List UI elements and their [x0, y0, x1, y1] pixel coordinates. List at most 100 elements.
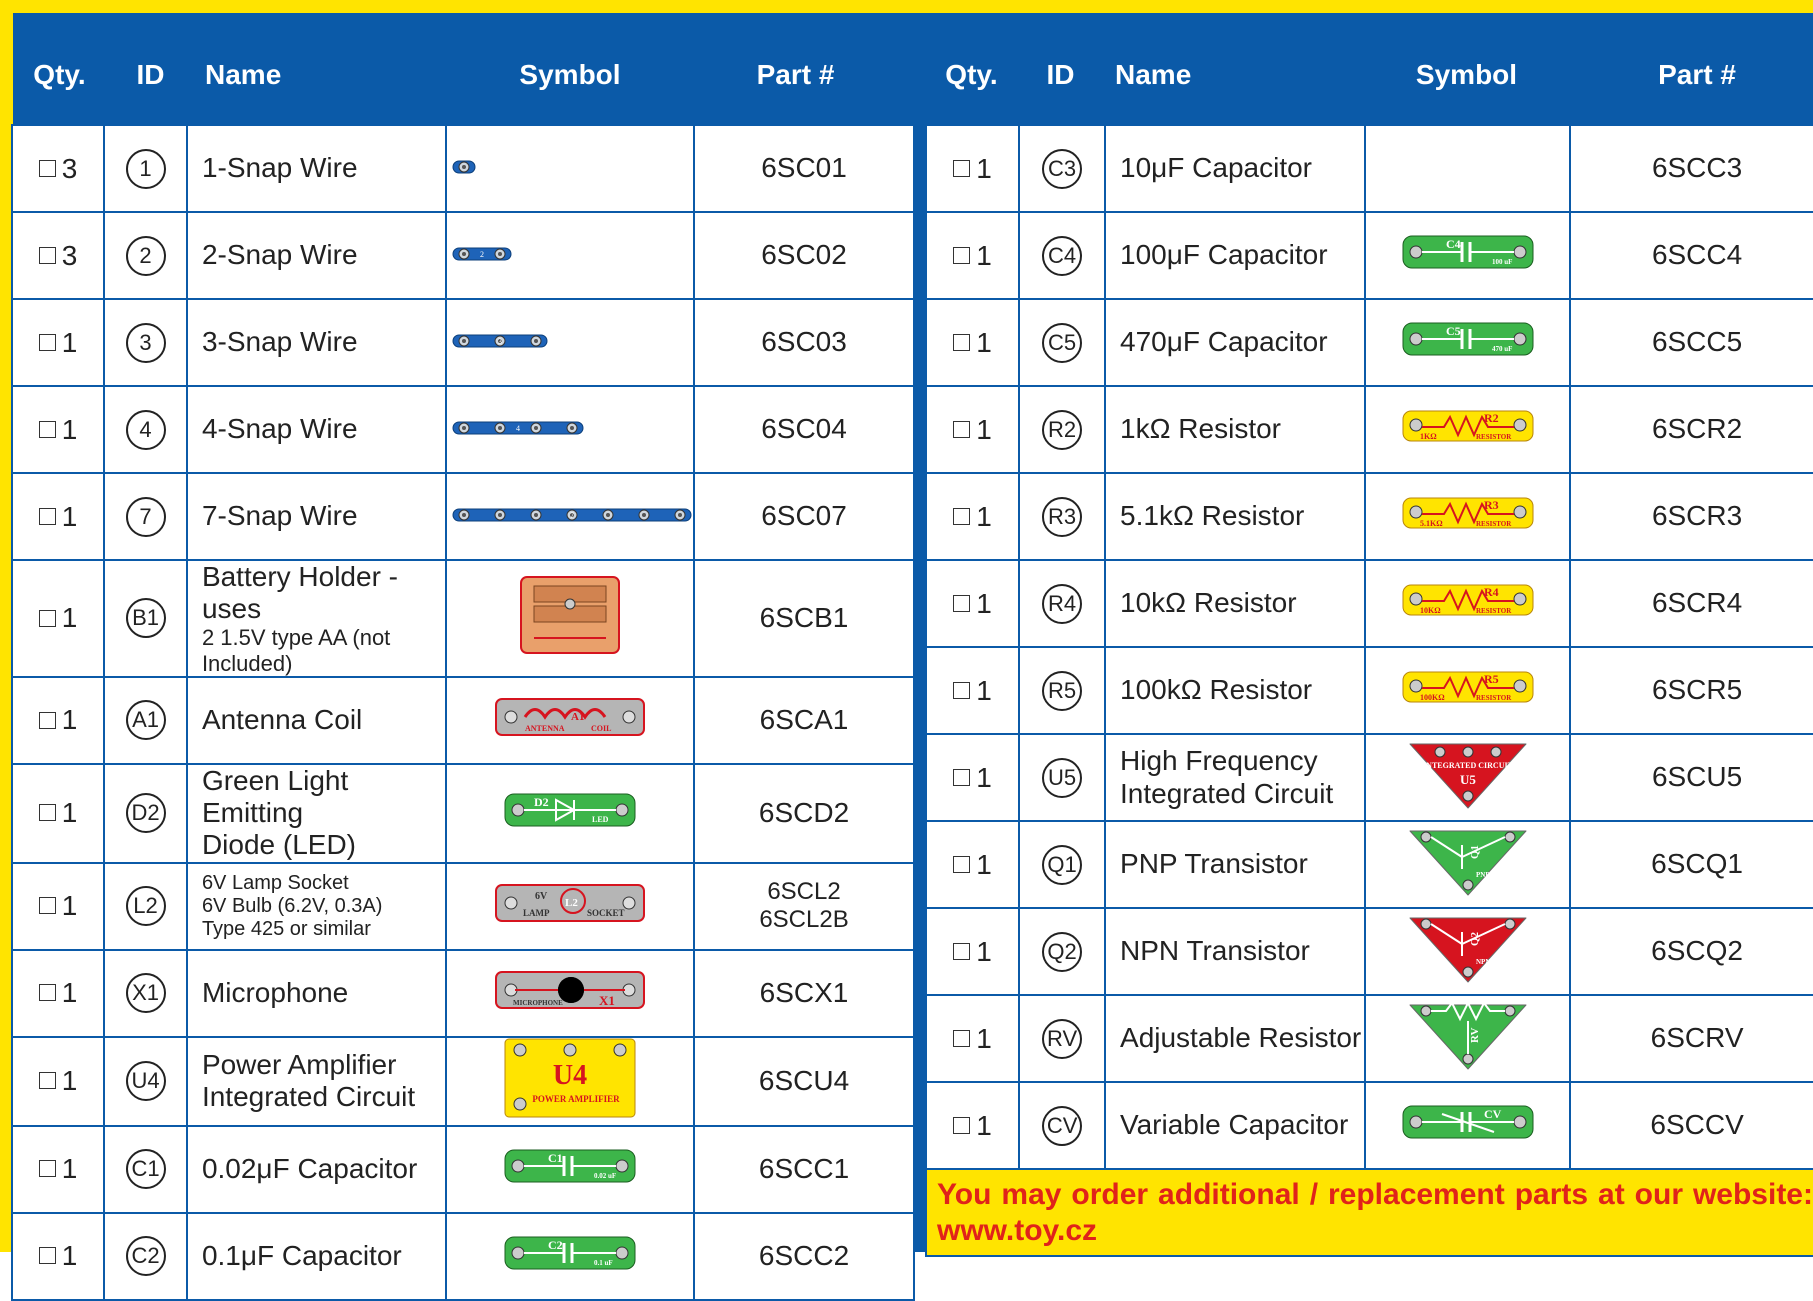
part-number: 6SCL2 [767, 878, 841, 906]
symbol-cell: ANTENNA A1 COIL [445, 675, 696, 765]
left-parts-table: 3 1 1-Snap Wire 6SC01 3 2 2-Snap Wire 2 6SC02 1 3 3… [10, 124, 915, 1301]
checkbox[interactable] [38, 246, 56, 264]
table-row: 1 U5 High Frequency Integrated Circuit INTEG… [924, 733, 1813, 822]
name-line: Power Amplifier [201, 1048, 397, 1080]
checkbox[interactable] [953, 159, 971, 177]
part-number-cell: 6SCC5 [1569, 298, 1813, 387]
part-number: 6SC07 [761, 500, 847, 532]
name-line: 100μF Capacitor [1120, 239, 1328, 271]
checkbox[interactable] [953, 420, 971, 438]
symbol-label: R4 [1484, 585, 1499, 599]
checkbox[interactable] [38, 1247, 56, 1265]
part-number-cell: 6SCR2 [1569, 385, 1813, 474]
symbol-text: RESISTOR [1476, 433, 1512, 441]
id-badge: RV [1042, 1018, 1083, 1059]
id-cell: CV [1018, 1081, 1107, 1170]
checkbox[interactable] [953, 246, 971, 264]
header-right-qty: Qty. [945, 59, 998, 90]
name-line: Adjustable Resistor [1120, 1022, 1362, 1054]
svg-text:U4: U4 [553, 1060, 587, 1091]
checkbox[interactable] [953, 1029, 971, 1047]
checkbox[interactable] [38, 804, 56, 822]
checkbox[interactable] [38, 420, 56, 438]
name-cell: Power Amplifier Integrated Circuit [185, 1035, 448, 1127]
checkbox[interactable] [38, 507, 56, 525]
part-number-cell: 6SCR3 [1569, 472, 1813, 561]
qty-value: 1 [61, 1153, 78, 1185]
checkbox[interactable] [953, 681, 971, 699]
part-number: 6SCU4 [758, 1064, 850, 1096]
checkbox[interactable] [953, 855, 971, 873]
qty-cell: 1 [924, 472, 1021, 561]
part-number: 6SCL2B [759, 906, 849, 934]
name-cell: 0.1μF Capacitor [185, 1211, 448, 1301]
qty-value: 1 [976, 1022, 992, 1054]
symbol-label: R3 [1484, 498, 1499, 512]
part-number: 6SCR4 [1651, 587, 1743, 619]
table-row: 1 Q1 PNP Transistor Q1 PNP 6SCQ1 [924, 820, 1813, 909]
checkbox[interactable] [38, 333, 56, 351]
checkbox[interactable] [953, 768, 971, 786]
id-badge: D2 [125, 793, 166, 834]
checkbox[interactable] [38, 984, 56, 1002]
symbol-cell: R2 1KΩ RESISTOR [1364, 385, 1572, 474]
checkbox[interactable] [38, 897, 56, 915]
checkbox[interactable] [38, 1072, 56, 1090]
name-line: 4-Snap Wire [201, 413, 358, 445]
symbol-cell: C1 0.02 uF [445, 1124, 696, 1214]
name-line: 10kΩ Resistor [1120, 587, 1297, 619]
qty-value: 1 [61, 977, 78, 1009]
qty-cell: 1 [10, 559, 106, 678]
qty-cell: 1 [10, 1211, 106, 1301]
id-badge: C3 [1042, 148, 1083, 189]
symbol-label: C5 [1446, 324, 1461, 338]
checkbox[interactable] [38, 1160, 56, 1178]
symbol-cell: 3 [445, 298, 696, 387]
checkbox[interactable] [38, 159, 56, 177]
part-number-cell: 6SCA1 [693, 675, 915, 765]
checkbox[interactable] [953, 507, 971, 525]
checkbox[interactable] [953, 942, 971, 960]
name-line: 0.1μF Capacitor [201, 1239, 402, 1271]
table-row: 1 R5 100kΩ Resistor R5 100KΩ RESISTOR 6SCR5 [924, 646, 1813, 735]
svg-text:Q1: Q1 [1469, 845, 1481, 859]
qty-value: 1 [61, 1065, 78, 1097]
id-cell: R2 [1018, 385, 1107, 474]
name-cell: 10μF Capacitor [1104, 124, 1367, 213]
checkbox[interactable] [953, 594, 971, 612]
name-cell: 0.02μF Capacitor [185, 1124, 448, 1214]
symbol-cell: MICROPHONE X1 [445, 948, 696, 1038]
svg-text:CV: CV [1484, 1107, 1502, 1121]
symbol-cell: 6V LAMP L2 SOCKET [445, 861, 696, 951]
table-row: 3 2 2-Snap Wire 2 6SC02 [10, 211, 915, 300]
qty-cell: 1 [924, 124, 1021, 213]
id-badge: C2 [125, 1236, 166, 1277]
part-number-cell: 6SCR5 [1569, 646, 1813, 735]
qty-value: 1 [976, 1109, 992, 1141]
id-badge: 4 [125, 409, 166, 450]
qty-value: 1 [976, 239, 992, 271]
checkbox[interactable] [953, 333, 971, 351]
name-cell: 7-Snap Wire [185, 472, 448, 561]
id-cell: B1 [103, 559, 188, 678]
header-right-id: ID [1046, 59, 1075, 90]
qty-value: 1 [976, 674, 992, 706]
id-cell: 2 [103, 211, 188, 300]
id-badge: U5 [1042, 757, 1083, 798]
part-number: 6SC02 [761, 239, 847, 271]
checkbox[interactable] [38, 711, 56, 729]
part-number-cell: 6SC04 [693, 385, 915, 474]
checkbox[interactable] [953, 1116, 971, 1134]
part-number-cell: 6SCU5 [1569, 733, 1813, 822]
name-cell: Battery Holder - uses 2 1.5V type AA (not… [185, 559, 448, 678]
qty-value: 1 [976, 848, 992, 880]
id-cell: X1 [103, 948, 188, 1038]
qty-value: 1 [976, 587, 992, 619]
qty-cell: 1 [924, 559, 1021, 648]
name-line: Antenna Coil [201, 704, 363, 736]
table-row: 1 C4 100μF Capacitor C4 100 uF 6SCC4 [924, 211, 1813, 300]
checkbox[interactable] [38, 609, 56, 627]
id-cell: L2 [103, 861, 188, 951]
name-cell: Microphone [185, 948, 448, 1038]
svg-text:INTEGRATED CIRCUIT: INTEGRATED CIRCUIT [1423, 761, 1514, 770]
